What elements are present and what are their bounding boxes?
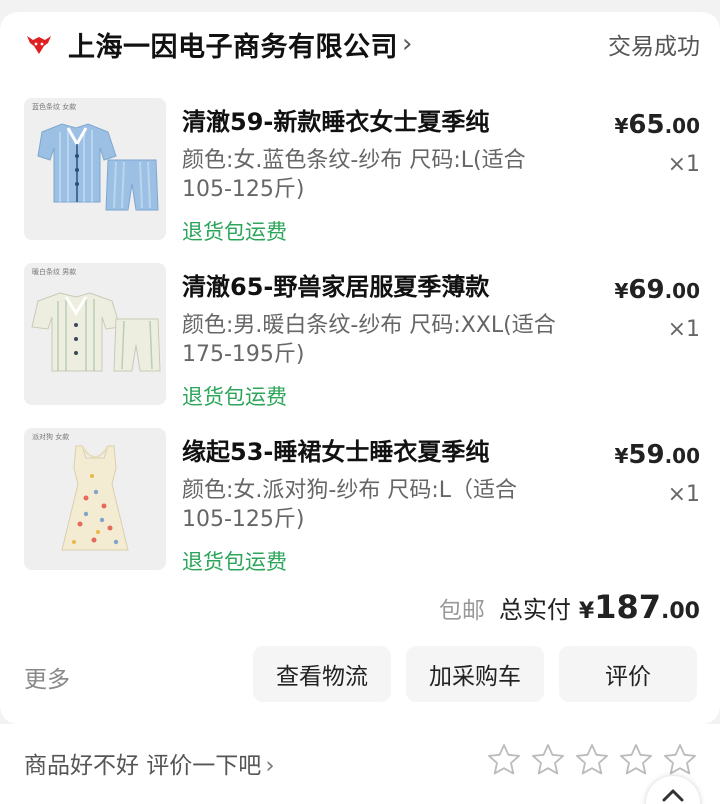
pajama-set-image — [37, 123, 159, 211]
view-logistics-button[interactable]: 查看物流 — [253, 646, 391, 702]
total-label: 总实付 — [498, 596, 571, 624]
price-decimal: .00 — [664, 444, 700, 468]
star-icon[interactable] — [662, 742, 698, 778]
item-quantity: ×1 — [667, 482, 700, 507]
order-status: 交易成功 — [608, 34, 700, 60]
price-integer: 65 — [628, 110, 665, 140]
price-currency: ¥ — [614, 444, 629, 468]
add-to-cart-button[interactable]: 加采购车 — [406, 646, 544, 702]
chevron-right-icon: › — [265, 753, 275, 779]
item-title[interactable]: 清澈59-新款睡衣女士夏季纯 — [182, 102, 582, 137]
total-currency: ¥ — [578, 599, 595, 624]
total-integer: 187 — [594, 588, 662, 626]
thumbnail-tag: 派对狗 女款 — [32, 433, 70, 441]
item-spec: 颜色:女.蓝色条纹-纱布 尺码:L(适合105-125斤) — [182, 148, 526, 202]
order-total: 包邮 总实付 ¥187.00 — [439, 588, 700, 628]
product-thumbnail[interactable]: 蓝色条纹 女款 — [24, 98, 166, 240]
item-price: ¥59.00 — [614, 440, 700, 470]
price-currency: ¥ — [614, 114, 629, 138]
review-button[interactable]: 评价 — [559, 646, 697, 702]
price-integer: 59 — [628, 440, 665, 470]
order-item[interactable]: 蓝色条纹 女款 清澈59-新款睡衣女士夏季纯 颜色:女.蓝色条纹-纱布 尺码:L… — [24, 98, 700, 244]
star-rating[interactable] — [486, 742, 706, 778]
shop-logo-icon — [27, 36, 51, 54]
star-icon[interactable] — [618, 742, 654, 778]
nightdress-image — [61, 445, 129, 551]
more-button[interactable]: 更多 — [24, 660, 70, 694]
price-decimal: .00 — [664, 114, 700, 138]
shop-name[interactable]: 上海一因电子商务有限公司 — [68, 25, 398, 64]
item-quantity: ×1 — [667, 152, 700, 177]
item-price: ¥69.00 — [614, 275, 700, 305]
item-spec: 颜色:男.暖白条纹-纱布 尺码:XXL(适合175-195斤) — [182, 313, 556, 367]
review-bar: 商品好不好 评价一下吧 › — [0, 724, 720, 804]
review-prompt-text: 商品好不好 评价一下吧 — [24, 753, 262, 779]
product-thumbnail[interactable]: 暖白条纹 男款 — [24, 263, 166, 405]
order-item[interactable]: 派对狗 女款 缘起53-睡裙女士睡衣夏季纯 颜色:女.派对狗-纱布 尺码:L（适… — [24, 428, 700, 574]
free-shipping-label: 包邮 — [438, 598, 485, 624]
item-price: ¥65.00 — [614, 110, 700, 140]
price-decimal: .00 — [664, 279, 700, 303]
star-icon[interactable] — [530, 742, 566, 778]
star-icon[interactable] — [574, 742, 610, 778]
price-currency: ¥ — [614, 279, 629, 303]
return-shipping-tag: 退货包运费 — [182, 385, 287, 409]
chevron-up-icon — [662, 789, 684, 802]
thumbnail-tag: 蓝色条纹 女款 — [32, 103, 77, 111]
star-icon[interactable] — [486, 742, 522, 778]
item-spec: 颜色:女.派对狗-纱布 尺码:L（适合105-125斤) — [182, 478, 518, 532]
order-item[interactable]: 暖白条纹 男款 清澈65-野兽家居服夏季薄款 颜色:男.暖白条纹-纱布 尺码:X… — [24, 263, 700, 409]
chevron-right-icon: › — [402, 29, 413, 59]
review-prompt[interactable]: 商品好不好 评价一下吧 › — [24, 746, 275, 780]
pajama-set-image — [31, 292, 161, 372]
item-quantity: ×1 — [667, 317, 700, 342]
shop-header[interactable]: 上海一因电子商务有限公司 › 交易成功 — [24, 24, 700, 64]
thumbnail-tag: 暖白条纹 男款 — [32, 268, 77, 276]
return-shipping-tag: 退货包运费 — [182, 220, 287, 244]
item-title[interactable]: 清澈65-野兽家居服夏季薄款 — [182, 267, 582, 302]
product-thumbnail[interactable]: 派对狗 女款 — [24, 428, 166, 570]
price-integer: 69 — [628, 275, 665, 305]
total-decimal: .00 — [661, 599, 700, 624]
return-shipping-tag: 退货包运费 — [182, 550, 287, 574]
item-title[interactable]: 缘起53-睡裙女士睡衣夏季纯 — [182, 432, 582, 467]
